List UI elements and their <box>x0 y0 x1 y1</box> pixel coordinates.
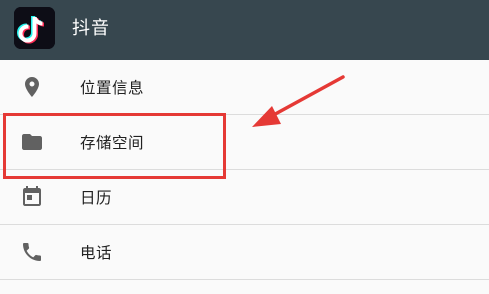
location-pin-icon <box>20 75 44 99</box>
phone-icon <box>20 240 44 264</box>
permission-list: 位置信息 存储空间 日历 电话 <box>0 60 489 280</box>
folder-icon <box>20 130 44 154</box>
permission-label: 存储空间 <box>80 134 145 152</box>
permission-item-location[interactable]: 位置信息 <box>0 60 489 115</box>
app-title: 抖音 <box>72 18 110 39</box>
permission-item-storage[interactable]: 存储空间 <box>0 115 489 170</box>
permission-label: 位置信息 <box>80 79 145 97</box>
permission-item-phone[interactable]: 电话 <box>0 225 489 280</box>
calendar-icon <box>20 185 44 209</box>
permission-item-calendar[interactable]: 日历 <box>0 170 489 225</box>
permission-label: 电话 <box>80 244 113 262</box>
permission-label: 日历 <box>80 189 113 207</box>
app-permissions-screen: 抖音 位置信息 存储空间 日历 电话 <box>0 0 489 294</box>
tiktok-app-icon <box>14 7 55 49</box>
app-bar: 抖音 <box>0 0 489 60</box>
